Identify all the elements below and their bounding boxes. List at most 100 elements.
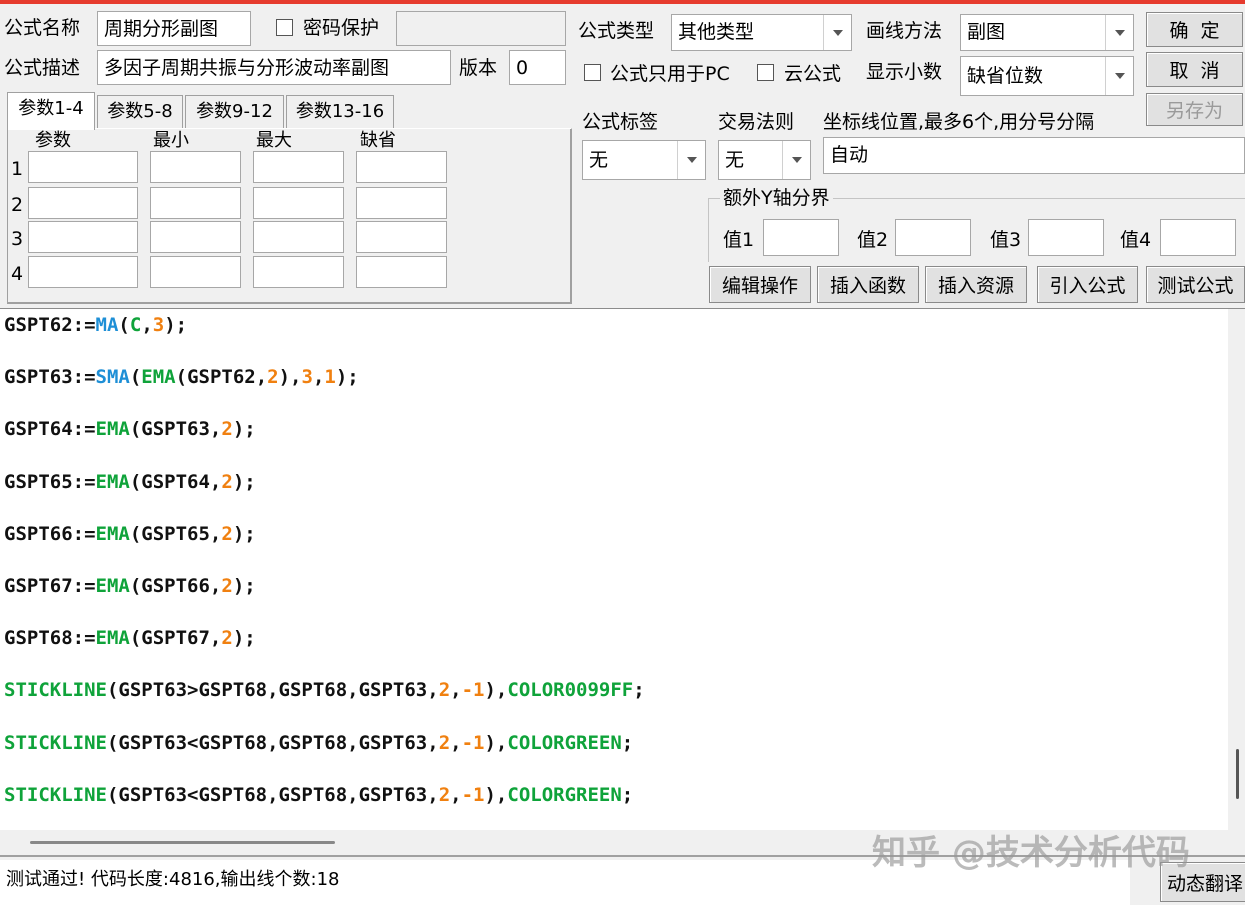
code-token: GSPT68:= bbox=[4, 627, 96, 650]
pc-only-label: 公式只用于PC bbox=[610, 63, 730, 85]
value2-label: 值2 bbox=[857, 229, 889, 251]
chevron-down-icon[interactable] bbox=[1105, 15, 1133, 50]
value4-input[interactable] bbox=[1160, 219, 1236, 256]
chevron-down-icon[interactable] bbox=[677, 141, 705, 179]
code-token: ), bbox=[484, 783, 508, 806]
draw-select-value: 副图 bbox=[967, 21, 1006, 43]
code-token: ); bbox=[232, 627, 256, 650]
param-min-input[interactable] bbox=[150, 256, 241, 288]
insert-function-button[interactable]: 插入函数 bbox=[817, 266, 919, 303]
tab-params-13-16[interactable]: 参数13-16 bbox=[286, 95, 394, 128]
vertical-scrollbar[interactable] bbox=[1228, 308, 1245, 830]
code-token: 2 bbox=[221, 470, 233, 493]
code-editor[interactable]: GSPT62:=MA(C,3); GSPT63:=SMA(EMA(GSPT62,2… bbox=[0, 308, 1228, 830]
code-line[interactable]: GSPT63:=SMA(EMA(GSPT62,2),3,1); bbox=[4, 363, 359, 391]
coord-input[interactable]: 自动 bbox=[823, 137, 1245, 174]
save-as-button: 另存为 bbox=[1146, 93, 1243, 126]
code-line[interactable]: GSPT68:=EMA(GSPT67,2); bbox=[4, 624, 256, 652]
param-name-input[interactable] bbox=[28, 221, 138, 253]
code-token: C bbox=[129, 314, 142, 336]
tag-select[interactable]: 无 bbox=[582, 140, 706, 180]
insert-resource-button[interactable]: 插入资源 bbox=[925, 266, 1027, 303]
param-min-input[interactable] bbox=[150, 221, 241, 253]
code-token: ( bbox=[129, 366, 142, 389]
code-line[interactable]: GSPT66:=EMA(GSPT65,2); bbox=[4, 520, 256, 548]
param-max-input[interactable] bbox=[253, 221, 344, 253]
param-default-input[interactable] bbox=[356, 256, 447, 288]
import-formula-button[interactable]: 引入公式 bbox=[1037, 266, 1138, 303]
code-token: 3 bbox=[301, 366, 313, 389]
extra-y-label: 额外Y轴分界 bbox=[720, 186, 833, 210]
code-token: , bbox=[450, 679, 462, 702]
code-token: STICKLINE bbox=[4, 679, 107, 702]
code-line[interactable]: GSPT65:=EMA(GSPT64,2); bbox=[4, 468, 256, 496]
code-token: ); bbox=[232, 522, 256, 545]
code-token: ), bbox=[278, 366, 302, 389]
horizontal-scroll-thumb[interactable] bbox=[30, 841, 335, 844]
chevron-down-icon[interactable] bbox=[1105, 57, 1133, 95]
code-token: ; bbox=[621, 783, 634, 806]
code-token: EMA bbox=[95, 522, 130, 545]
code-token: GSPT63:= bbox=[4, 366, 96, 389]
code-line[interactable]: GSPT62:=MA(C,3); bbox=[4, 311, 187, 339]
ok-button[interactable]: 确 定 bbox=[1146, 12, 1243, 47]
param-max-input[interactable] bbox=[253, 187, 344, 219]
param-min-input[interactable] bbox=[150, 151, 241, 183]
code-token: -1 bbox=[461, 679, 485, 702]
value3-label: 值3 bbox=[990, 229, 1022, 251]
code-line[interactable]: STICKLINE(GSPT63<GSPT68,GSPT68,GSPT63,2,… bbox=[4, 781, 633, 809]
value2-input[interactable] bbox=[895, 219, 971, 256]
param-default-input[interactable] bbox=[356, 151, 447, 183]
code-token: 2 bbox=[267, 366, 279, 389]
draw-label: 画线方法 bbox=[866, 20, 943, 42]
param-row-number: 4 bbox=[11, 263, 24, 285]
code-token: COLORGREEN bbox=[507, 783, 622, 806]
type-select[interactable]: 其他类型 bbox=[671, 14, 852, 51]
tab-params-9-12[interactable]: 参数9-12 bbox=[185, 95, 284, 128]
test-formula-button[interactable]: 测试公式 bbox=[1146, 266, 1245, 303]
rule-select-value: 无 bbox=[725, 149, 745, 171]
cloud-checkbox[interactable] bbox=[757, 64, 774, 81]
edit-button[interactable]: 编辑操作 bbox=[709, 266, 811, 303]
draw-select[interactable]: 副图 bbox=[960, 14, 1134, 51]
vertical-scroll-thumb[interactable] bbox=[1236, 749, 1239, 799]
param-name-input[interactable] bbox=[28, 151, 138, 183]
decimal-select-value: 缺省位数 bbox=[967, 65, 1044, 87]
code-token: -1 bbox=[461, 783, 485, 806]
value3-input[interactable] bbox=[1028, 219, 1104, 256]
param-default-input[interactable] bbox=[356, 221, 447, 253]
code-token: ); bbox=[335, 366, 359, 389]
param-default-input[interactable] bbox=[356, 187, 447, 219]
param-max-input[interactable] bbox=[253, 151, 344, 183]
param-name-input[interactable] bbox=[28, 187, 138, 219]
code-token: GSPT67:= bbox=[4, 575, 96, 597]
value1-input[interactable] bbox=[763, 219, 839, 256]
code-line[interactable]: STICKLINE(GSPT63>GSPT68,GSPT68,GSPT63,2,… bbox=[4, 676, 645, 704]
decimal-select[interactable]: 缺省位数 bbox=[960, 56, 1134, 96]
code-token: (GSPT63<GSPT68,GSPT68,GSPT63, bbox=[106, 731, 439, 754]
param-row-number: 3 bbox=[11, 228, 24, 250]
param-header-min: 最小 bbox=[153, 130, 189, 151]
tab-params-1-4[interactable]: 参数1-4 bbox=[7, 92, 95, 130]
param-name-input[interactable] bbox=[28, 256, 138, 288]
param-header-name: 参数 bbox=[35, 130, 71, 151]
code-line[interactable]: GSPT64:=EMA(GSPT63,2); bbox=[4, 415, 256, 443]
chevron-down-icon[interactable] bbox=[782, 141, 810, 179]
version-input[interactable]: 0 bbox=[509, 50, 566, 85]
value1-label: 值1 bbox=[723, 229, 755, 251]
code-token: ); bbox=[232, 418, 256, 441]
desc-input[interactable]: 多因子周期共振与分形波动率副图 bbox=[97, 50, 451, 85]
cancel-button[interactable]: 取 消 bbox=[1146, 52, 1243, 87]
name-input[interactable]: 周期分形副图 bbox=[97, 11, 251, 46]
pc-only-checkbox[interactable] bbox=[584, 64, 601, 81]
code-token: EMA bbox=[141, 366, 176, 389]
param-min-input[interactable] bbox=[150, 187, 241, 219]
code-line[interactable]: GSPT67:=EMA(GSPT66,2); bbox=[4, 572, 256, 600]
password-checkbox[interactable] bbox=[276, 19, 293, 36]
code-line[interactable]: STICKLINE(GSPT63<GSPT68,GSPT68,GSPT63,2,… bbox=[4, 729, 633, 757]
tab-params-5-8[interactable]: 参数5-8 bbox=[97, 95, 183, 128]
tag-select-value: 无 bbox=[589, 149, 609, 171]
chevron-down-icon[interactable] bbox=[823, 15, 851, 50]
param-max-input[interactable] bbox=[253, 256, 344, 288]
rule-select[interactable]: 无 bbox=[718, 140, 811, 180]
